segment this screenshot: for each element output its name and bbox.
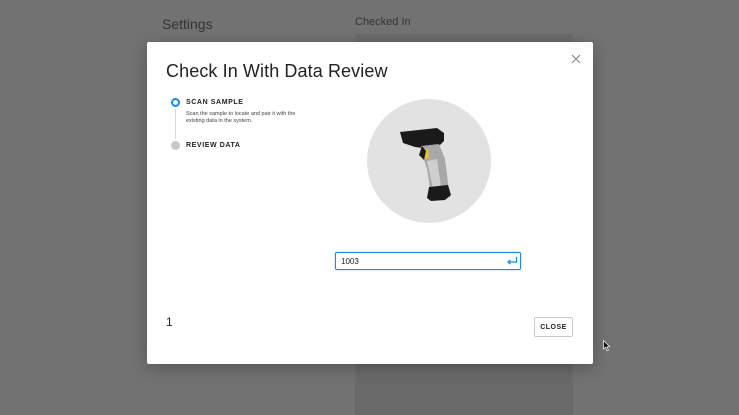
step-label-scan-sample: SCAN SAMPLE <box>186 99 244 106</box>
barcode-scanner-icon <box>400 128 451 201</box>
step-label-review-data: REVIEW DATA <box>186 142 241 149</box>
enter-icon[interactable] <box>506 256 518 266</box>
page-number: 1 <box>166 315 173 329</box>
dialog-title: Check In With Data Review <box>166 61 388 81</box>
step-connector <box>175 109 176 139</box>
scanner-illustration <box>367 99 491 223</box>
close-button[interactable]: CLOSE <box>534 317 573 337</box>
close-icon[interactable] <box>569 52 583 66</box>
step-indicator-scan-sample <box>171 98 180 107</box>
check-in-dialog: Check In With Data Review SCAN SAMPLE Sc… <box>147 42 593 364</box>
step-indicator-review-data <box>171 141 180 150</box>
step-description-scan-sample: Scan the sample to locate and pair it wi… <box>186 111 296 124</box>
sample-scan-input[interactable] <box>335 252 521 270</box>
mouse-cursor-icon <box>603 340 611 352</box>
